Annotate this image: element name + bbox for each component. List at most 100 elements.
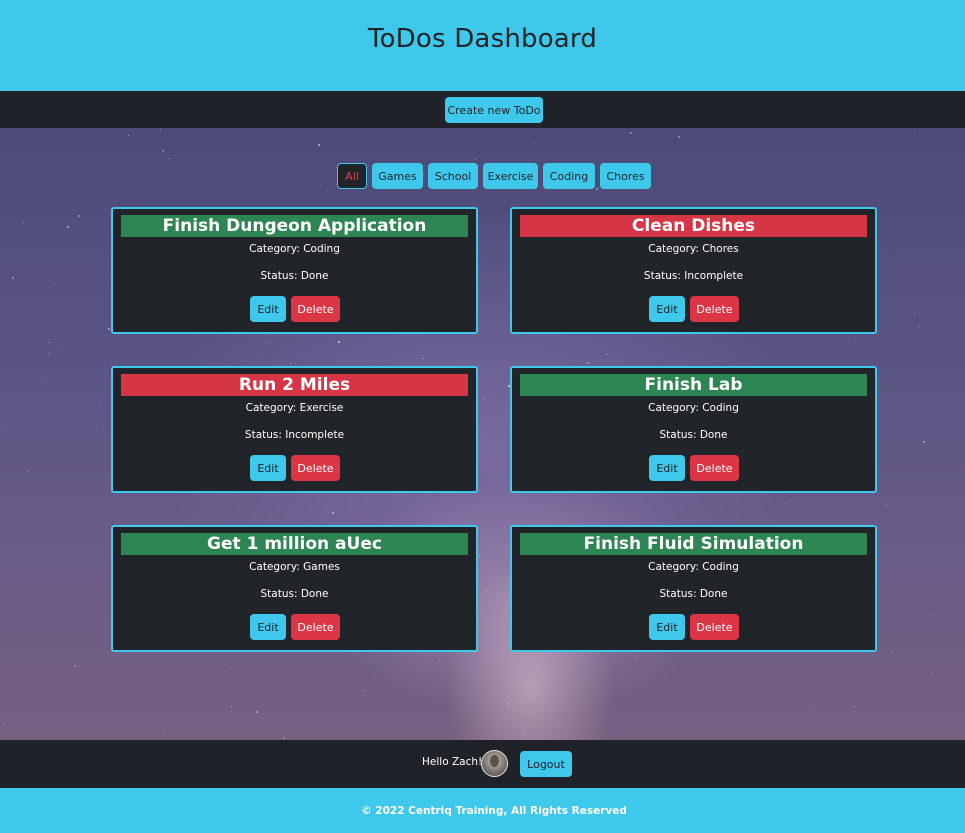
star-decoration (78, 215, 80, 217)
todo-status: Status: Incomplete (643, 270, 744, 282)
delete-button[interactable]: Delete (690, 614, 739, 640)
star-decoration (45, 379, 46, 380)
todo-status: Status: Done (260, 588, 329, 600)
star-decoration (18, 316, 19, 317)
star-decoration (67, 226, 69, 228)
star-decoration (231, 706, 232, 707)
page-header: ToDos Dashboard (0, 0, 965, 91)
filter-all-button[interactable]: All (337, 163, 367, 189)
page-title: ToDos Dashboard (367, 24, 598, 54)
star-decoration (23, 222, 24, 223)
todo-status: Status: Incomplete (244, 429, 345, 441)
star-decoration (486, 590, 487, 591)
todo-category: Category: Coding (648, 402, 739, 414)
edit-button[interactable]: Edit (649, 614, 685, 640)
todo-title: Finish Lab (520, 374, 867, 396)
edit-button[interactable]: Edit (250, 296, 286, 322)
star-decoration (690, 517, 691, 518)
star-decoration (855, 338, 856, 339)
todo-category: Category: Games (249, 561, 340, 573)
star-decoration (169, 158, 170, 159)
delete-button[interactable]: Delete (291, 614, 340, 640)
star-decoration (256, 711, 258, 713)
avatar-face-icon (490, 755, 499, 767)
star-decoration (103, 430, 104, 431)
todo-status: Status: Done (659, 429, 728, 441)
todo-card: Run 2 Miles Category: Exercise Status: I… (111, 366, 478, 493)
edit-button[interactable]: Edit (649, 455, 685, 481)
star-decoration (479, 556, 480, 557)
star-decoration (508, 703, 510, 705)
star-decoration (283, 737, 285, 739)
star-decoration (854, 706, 855, 707)
delete-button[interactable]: Delete (291, 455, 340, 481)
star-decoration (0, 425, 1, 426)
todo-card: Get 1 million aUec Category: Games Statu… (111, 525, 478, 652)
todo-category: Category: Coding (648, 561, 739, 573)
star-decoration (798, 728, 799, 729)
star-decoration (162, 150, 164, 152)
todo-card: Clean Dishes Category: Chores Status: In… (510, 207, 877, 334)
star-decoration (3, 724, 4, 725)
filter-chores-button[interactable]: Chores (600, 163, 651, 189)
todo-category: Category: Chores (648, 243, 739, 255)
star-decoration (423, 358, 424, 359)
todo-title: Finish Dungeon Application (121, 215, 468, 237)
todo-title: Clean Dishes (520, 215, 867, 237)
star-decoration (678, 136, 680, 138)
star-decoration (290, 363, 291, 364)
star-decoration (61, 344, 62, 345)
edit-button[interactable]: Edit (250, 455, 286, 481)
star-decoration (49, 353, 50, 354)
todo-status: Status: Done (260, 270, 329, 282)
filter-exercise-button[interactable]: Exercise (483, 163, 538, 189)
star-decoration (919, 326, 920, 327)
star-decoration (587, 362, 589, 364)
star-decoration (327, 191, 328, 192)
filter-games-button[interactable]: Games (372, 163, 423, 189)
star-decoration (630, 132, 632, 134)
star-decoration (930, 615, 931, 616)
star-decoration (99, 404, 100, 405)
delete-button[interactable]: Delete (291, 296, 340, 322)
star-decoration (524, 731, 525, 732)
todo-title: Run 2 Miles (121, 374, 468, 396)
todo-card: Finish Fluid Simulation Category: Coding… (510, 525, 877, 652)
star-decoration (439, 660, 440, 661)
star-decoration (363, 690, 364, 691)
star-decoration (332, 512, 334, 514)
star-decoration (433, 654, 434, 655)
logout-button[interactable]: Logout (520, 751, 572, 777)
star-decoration (635, 658, 636, 659)
todo-category: Category: Coding (249, 243, 340, 255)
star-decoration (28, 471, 29, 472)
star-decoration (596, 188, 598, 190)
star-decoration (892, 652, 893, 653)
star-decoration (54, 284, 55, 285)
delete-button[interactable]: Delete (690, 296, 739, 322)
todo-card: Finish Dungeon Application Category: Cod… (111, 207, 478, 334)
star-decoration (164, 729, 165, 730)
todo-title: Finish Fluid Simulation (520, 533, 867, 555)
edit-button[interactable]: Edit (649, 296, 685, 322)
star-decoration (74, 665, 76, 667)
page-footer: © 2022 Centriq Training, All Rights Rese… (0, 788, 965, 833)
star-decoration (932, 673, 933, 674)
edit-button[interactable]: Edit (250, 614, 286, 640)
greeting-text: Hello Zach! (422, 756, 483, 768)
star-decoration (784, 502, 785, 503)
delete-button[interactable]: Delete (690, 455, 739, 481)
star-decoration (923, 441, 925, 443)
avatar[interactable] (481, 750, 508, 777)
filter-coding-button[interactable]: Coding (543, 163, 595, 189)
filter-school-button[interactable]: School (428, 163, 478, 189)
star-decoration (914, 313, 915, 314)
star-decoration (441, 717, 442, 718)
star-decoration (483, 398, 484, 399)
star-decoration (926, 499, 927, 500)
star-decoration (534, 142, 535, 143)
star-decoration (128, 135, 129, 136)
star-decoration (423, 174, 424, 175)
star-decoration (294, 681, 295, 682)
create-todo-button[interactable]: Create new ToDo (445, 97, 543, 123)
